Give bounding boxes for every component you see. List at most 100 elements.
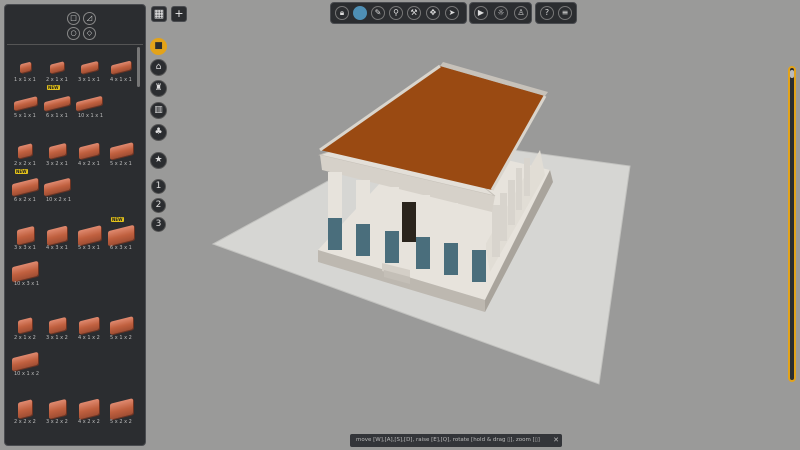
cube-icon: ■ xyxy=(154,41,163,51)
brick-thumbnail xyxy=(79,316,99,334)
brick-item[interactable]: 2 x 1 x 2 xyxy=(11,307,41,341)
brick-label: 3 x 2 x 1 xyxy=(46,161,68,167)
brick-label: 3 x 3 x 1 xyxy=(14,245,36,251)
brick-item[interactable]: 5 x 2 x 1 xyxy=(107,133,137,167)
mode-special-button[interactable]: ◇ xyxy=(83,27,96,40)
add-button[interactable]: + xyxy=(171,6,187,22)
brick-item[interactable]: 5 x 1 x 1 xyxy=(11,85,41,119)
brick-item[interactable]: 6 x 1 x 1 NEW xyxy=(43,85,73,119)
roof-ridge-edge xyxy=(319,64,441,152)
brick-item[interactable]: 3 x 2 x 1 xyxy=(43,133,73,167)
roof-eave-edge xyxy=(490,95,547,191)
lock-icon[interactable]: 🔒︎ xyxy=(335,6,349,20)
temple-base xyxy=(318,140,550,300)
brick-item[interactable]: 5 x 3 x 1 xyxy=(75,217,105,251)
layer-1-button[interactable]: 1 xyxy=(151,179,166,194)
category-nature-button[interactable]: ♣ xyxy=(150,124,167,141)
brick-item[interactable]: 3 x 1 x 1 xyxy=(75,49,105,83)
brick-item[interactable]: 10 x 2 x 1 xyxy=(43,169,73,203)
brick-item[interactable]: 3 x 1 x 2 xyxy=(43,307,73,341)
play-icon[interactable]: ▶ xyxy=(474,6,488,20)
layer-3-button[interactable]: 3 xyxy=(151,217,166,232)
temple-base-side xyxy=(485,170,553,312)
brick-item[interactable]: 2 x 1 x 1 xyxy=(43,49,73,83)
mode-round-button[interactable]: ○ xyxy=(67,27,80,40)
brick-thumbnail xyxy=(48,398,66,420)
cursor-icon[interactable]: ➤ xyxy=(445,6,459,20)
buildings-icon: ▥ xyxy=(154,105,163,115)
category-towers-button[interactable]: ♜ xyxy=(150,80,167,97)
brick-label: 5 x 1 x 1 xyxy=(14,113,36,119)
brick-label: 2 x 1 x 2 xyxy=(14,335,36,341)
brick-label: 2 x 2 x 2 xyxy=(14,419,36,425)
library-mode-selector: □ ◿ ○ ◇ xyxy=(61,11,99,41)
brick-thumbnail xyxy=(13,95,37,111)
brick-thumbnail xyxy=(80,60,98,74)
tree-icon: ♣ xyxy=(154,127,163,137)
zoom-slider-thumb[interactable] xyxy=(790,70,794,78)
brick-label: 5 x 2 x 1 xyxy=(110,161,132,167)
brick-thumbnail xyxy=(108,224,134,246)
brick-item[interactable]: 3 x 2 x 2 xyxy=(43,391,73,425)
paint-icon[interactable] xyxy=(353,6,367,20)
brick-item[interactable]: 6 x 3 x 1 NEW xyxy=(107,217,137,251)
temple-roof-main xyxy=(320,66,545,190)
brick-item[interactable]: 1 x 1 x 1 xyxy=(11,49,41,83)
sun-icon[interactable]: ☼ xyxy=(494,6,508,20)
brick-thumbnail xyxy=(48,316,66,334)
close-icon[interactable]: ✕ xyxy=(553,434,559,447)
category-architecture-button[interactable]: ⌂ xyxy=(150,59,167,76)
category-favorites-button[interactable]: ★ xyxy=(150,152,167,169)
brick-thumbnail xyxy=(12,260,38,282)
brick-item[interactable]: 4 x 3 x 1 xyxy=(43,217,73,251)
brick-label: 5 x 3 x 1 xyxy=(78,245,100,251)
brick-item[interactable]: 6 x 2 x 1 NEW xyxy=(11,169,41,203)
brick-item[interactable]: 10 x 3 x 1 xyxy=(11,253,41,287)
temple-stairs xyxy=(382,263,410,284)
brick-thumbnail xyxy=(111,60,131,74)
category-buildings-button[interactable]: ▥ xyxy=(150,102,167,119)
brick-item[interactable]: 4 x 1 x 1 xyxy=(107,49,137,83)
help-icon[interactable]: ? xyxy=(540,6,554,20)
brick-thumbnail xyxy=(109,142,133,160)
mode-square-button[interactable]: □ xyxy=(67,12,80,25)
brick-label: 10 x 1 x 1 xyxy=(78,113,103,119)
brick-label: 6 x 1 x 1 xyxy=(46,113,68,119)
brick-item[interactable]: 4 x 2 x 2 xyxy=(75,391,105,425)
menu-icon[interactable]: ≡ xyxy=(558,6,572,20)
brick-label: 10 x 1 x 2 xyxy=(14,371,39,377)
zoom-slider[interactable] xyxy=(788,66,796,382)
new-badge: NEW xyxy=(47,85,60,90)
brick-label: 2 x 2 x 1 xyxy=(14,161,36,167)
category-bricks-button[interactable]: ■ xyxy=(150,38,167,55)
brick-library-panel: □ ◿ ○ ◇ 1 x 1 x 1 2 x 1 x 1 3 x 1 x 1 4 x 1… xyxy=(4,4,146,446)
brick-label: 5 x 1 x 2 xyxy=(110,335,132,341)
brick-label: 10 x 2 x 1 xyxy=(46,197,71,203)
brick-thumbnail xyxy=(109,398,133,420)
brick-item[interactable]: 2 x 2 x 2 xyxy=(11,391,41,425)
walk-icon[interactable]: ♙ xyxy=(514,6,528,20)
brick-thumbnail xyxy=(16,225,34,245)
brick-thumbnail xyxy=(47,225,67,245)
brick-item[interactable]: 5 x 2 x 2 xyxy=(107,391,137,425)
brick-label: 4 x 1 x 1 xyxy=(110,77,132,83)
brick-label: 4 x 2 x 2 xyxy=(78,419,100,425)
layer-2-button[interactable]: 2 xyxy=(151,198,166,213)
brick-item[interactable]: 10 x 1 x 2 xyxy=(11,343,41,377)
move-icon[interactable]: ✥ xyxy=(426,6,440,20)
brick-item[interactable]: 5 x 1 x 2 xyxy=(107,307,137,341)
pipette-icon[interactable]: ✎ xyxy=(371,6,385,20)
brick-thumbnail xyxy=(44,95,70,111)
wand-icon[interactable]: ⚲ xyxy=(389,6,403,20)
grid-toggle-button[interactable]: ▦ xyxy=(151,6,167,22)
brick-item[interactable]: 3 x 3 x 1 xyxy=(11,217,41,251)
brick-item[interactable]: 2 x 2 x 1 xyxy=(11,133,41,167)
mode-slope-button[interactable]: ◿ xyxy=(83,12,96,25)
brick-item[interactable]: 4 x 1 x 2 xyxy=(75,307,105,341)
brick-item[interactable]: 4 x 2 x 1 xyxy=(75,133,105,167)
brick-thumbnail xyxy=(44,177,70,197)
hammer-icon[interactable]: ⚒ xyxy=(407,6,421,20)
library-scrollbar[interactable] xyxy=(137,47,140,87)
brick-item[interactable]: 10 x 1 x 1 xyxy=(75,85,105,119)
temple-icon: ⌂ xyxy=(155,62,162,72)
